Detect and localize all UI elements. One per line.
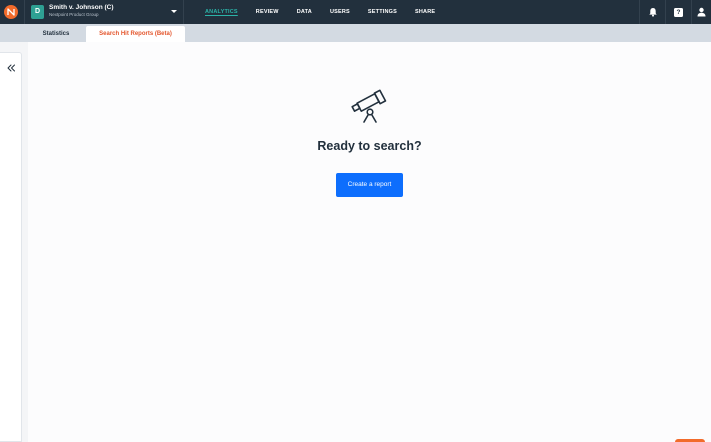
help-icon: ? — [674, 7, 683, 17]
nav-analytics[interactable]: ANALYTICS — [196, 0, 247, 24]
nav-settings[interactable]: SETTINGS — [359, 0, 406, 24]
tab-search-hit-reports[interactable]: Search Hit Reports (Beta) — [86, 26, 185, 42]
main-nav: ANALYTICS REVIEW DATA USERS SETTINGS SHA… — [196, 0, 444, 24]
user-icon — [697, 7, 706, 17]
empty-state-panel: Ready to search? Create a report — [28, 42, 711, 442]
notifications-button[interactable] — [639, 0, 665, 24]
side-panel — [0, 52, 22, 442]
double-chevron-left-icon — [7, 64, 15, 72]
nav-review[interactable]: REVIEW — [247, 0, 288, 24]
create-report-button[interactable]: Create a report — [336, 173, 403, 197]
empty-state-title: Ready to search? — [317, 139, 422, 153]
nav-data[interactable]: DATA — [288, 0, 321, 24]
case-avatar: D — [31, 5, 44, 19]
top-navigation-bar: D Smith v. Johnson (C) Nextpoint Product… — [0, 0, 711, 24]
bell-icon — [648, 8, 657, 17]
help-button[interactable]: ? — [665, 0, 691, 24]
nextpoint-logo-icon[interactable] — [4, 5, 18, 19]
account-button[interactable] — [691, 0, 711, 24]
telescope-icon — [351, 89, 387, 123]
case-title: Smith v. Johnson (C) — [49, 4, 114, 11]
case-subtitle: Nextpoint Product Group — [49, 12, 99, 17]
case-selector[interactable]: D Smith v. Johnson (C) Nextpoint Product… — [24, 0, 184, 24]
caret-down-icon[interactable] — [171, 10, 177, 13]
nav-users[interactable]: USERS — [321, 0, 359, 24]
nav-share[interactable]: SHARE — [406, 0, 444, 24]
report-tabs: Statistics Search Hit Reports (Beta) — [0, 24, 711, 42]
collapse-sidebar-button[interactable] — [5, 61, 17, 73]
tab-statistics[interactable]: Statistics — [26, 26, 86, 42]
